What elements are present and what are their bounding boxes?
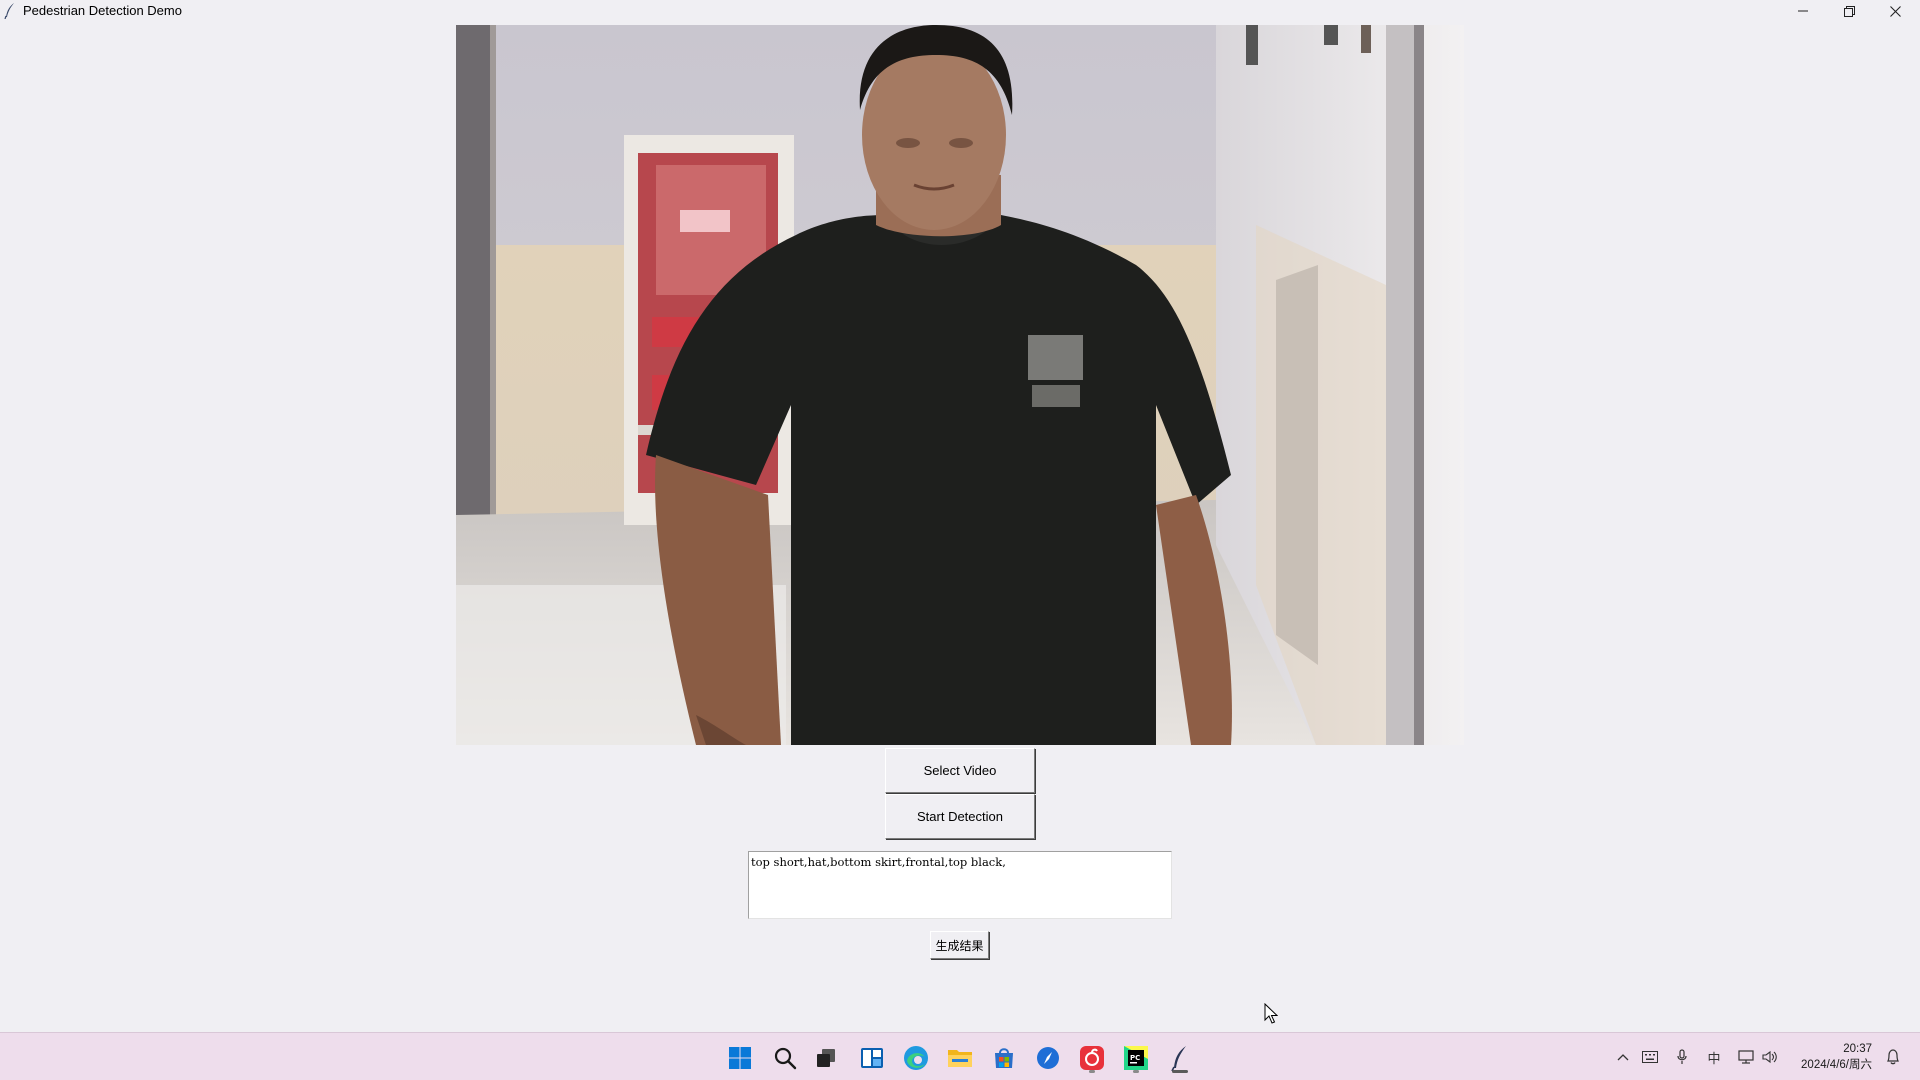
chevron-up-icon[interactable] — [1613, 1047, 1633, 1067]
widgets-icon[interactable] — [854, 1040, 890, 1076]
close-button[interactable] — [1872, 0, 1918, 22]
window-title: Pedestrian Detection Demo — [23, 3, 182, 18]
input-method-indicator[interactable]: 中 — [1704, 1047, 1724, 1067]
notification-bell-icon[interactable] — [1883, 1047, 1903, 1067]
generate-result-button[interactable]: 生成结果 — [930, 931, 989, 959]
task-view-icon[interactable] — [808, 1040, 844, 1076]
system-clock[interactable]: 20:37 2024/4/6/周六 — [1801, 1041, 1872, 1073]
select-video-button[interactable]: Select Video — [885, 748, 1035, 793]
windows-start-icon[interactable] — [722, 1040, 758, 1076]
store-icon[interactable] — [986, 1040, 1022, 1076]
feather-app-icon[interactable] — [1162, 1040, 1198, 1076]
title-bar[interactable]: Pedestrian Detection Demo — [0, 0, 1920, 22]
close-icon — [1889, 5, 1901, 17]
minimize-icon — [1798, 6, 1808, 16]
folder-icon[interactable] — [942, 1040, 978, 1076]
keyboard-icon[interactable] — [1640, 1047, 1660, 1067]
mouse-cursor-icon — [1264, 1002, 1279, 1029]
feather-icon — [4, 3, 16, 20]
video-frame — [456, 25, 1464, 745]
music-app-icon[interactable] — [1074, 1040, 1110, 1076]
result-textarea[interactable]: top short,hat,bottom skirt,frontal,top b… — [748, 851, 1172, 919]
taskbar: PC 中 20:37 2024/4/6/周六 — [0, 1032, 1920, 1080]
clock-time: 20:37 — [1843, 1043, 1872, 1055]
edge-browser-icon[interactable] — [898, 1040, 934, 1076]
restore-icon — [1843, 5, 1855, 17]
svg-text:PC: PC — [1130, 1054, 1140, 1062]
video-frame-image — [456, 25, 1464, 745]
volume-icon[interactable] — [1760, 1047, 1780, 1067]
compass-app-icon[interactable] — [1030, 1040, 1066, 1076]
network-icon[interactable] — [1736, 1047, 1756, 1067]
pycharm-icon[interactable]: PC — [1118, 1040, 1154, 1076]
search-icon[interactable] — [767, 1040, 803, 1076]
app-window: Pedestrian Detection Demo Select Video S… — [0, 0, 1920, 1032]
microphone-icon[interactable] — [1672, 1047, 1692, 1067]
start-detection-button[interactable]: Start Detection — [885, 794, 1035, 839]
clock-date: 2024/4/6/周六 — [1801, 1059, 1872, 1071]
minimize-button[interactable] — [1780, 0, 1826, 22]
restore-button[interactable] — [1826, 0, 1872, 22]
